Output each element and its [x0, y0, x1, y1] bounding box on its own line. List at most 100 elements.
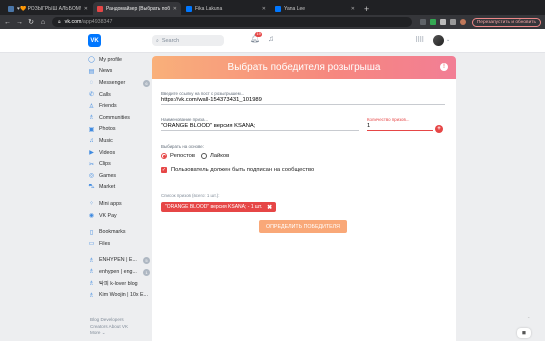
subscribed-checkbox-label[interactable]: Пользователь должен быть подписан на соо…: [171, 167, 314, 173]
back-button[interactable]: ←: [4, 19, 11, 26]
sidebar-item-icon: ♗: [88, 280, 95, 287]
sidebar-item-vk-pay[interactable]: ◉ VK Pay: [88, 210, 150, 222]
tab-close-icon[interactable]: ✕: [262, 6, 266, 12]
tab-favicon-icon: [97, 5, 103, 12]
prize-name-label: Наименование приза...: [161, 117, 209, 122]
radio-reposts-label[interactable]: Репостов: [170, 153, 195, 159]
chevron-down-icon[interactable]: ⌄: [446, 37, 450, 43]
sidebar-item-clips[interactable]: ✂ Clips: [88, 158, 150, 170]
sidebar-item-icon: ⁘: [88, 201, 95, 208]
sidebar-item-friends[interactable]: ♙ Friends: [88, 100, 150, 112]
tab-close-icon[interactable]: ✕: [351, 6, 355, 12]
browser-tab[interactable]: Yana Lee ✕: [271, 2, 359, 15]
extension-icon[interactable]: [439, 19, 446, 25]
browser-tab-bar: ♥🧡 РОЗЫГРЫШ АЛЬБОМ!! ✕ Рандомайзер (Выбр…: [0, 0, 545, 15]
vk-logo[interactable]: VK: [88, 34, 101, 47]
forward-button[interactable]: →: [16, 19, 23, 26]
sidebar-item-photos[interactable]: ▣ Photos: [88, 124, 150, 136]
search-input[interactable]: ⌕ Search: [152, 35, 224, 46]
new-tab-button[interactable]: +: [364, 3, 369, 15]
sidebar-item-calls[interactable]: ✆ Calls: [88, 89, 150, 101]
browser-tab-active[interactable]: Рандомайзер (Выбрать побе ✕: [93, 2, 181, 15]
sidebar-item-games[interactable]: ◎ Games: [88, 170, 150, 182]
sidebar-item-communities[interactable]: ♗ Communities: [88, 112, 150, 124]
sidebar-item-label: News: [99, 68, 113, 75]
remove-prize-icon[interactable]: ✖: [267, 204, 272, 211]
info-icon[interactable]: !: [440, 63, 448, 71]
extension-icons: [419, 19, 470, 25]
tab-close-icon[interactable]: ✕: [84, 6, 88, 12]
sidebar-item-label: VK Pay: [99, 212, 117, 219]
sidebar-item-enhypen-eng[interactable]: ♗ enhypen | eng... 1: [88, 266, 150, 278]
sidebar-item-my-profile[interactable]: ◯ My profile: [88, 54, 150, 66]
post-link-value[interactable]: https://vk.com/wall-154373431_101989: [161, 97, 445, 103]
extension-icon[interactable]: [419, 19, 426, 25]
prize-quantity-label: Количество призов...: [367, 117, 410, 122]
sidebar-item-label: 탁피 k-lover blog: [99, 281, 138, 288]
sidebar-item-label: Games: [99, 172, 117, 179]
sidebar-item-icon: ▣: [88, 126, 95, 133]
footer-more-link[interactable]: More ⌄: [90, 330, 128, 337]
sidebar-item-enhypen-e[interactable]: ♗ ENHYPEN | E... 5: [88, 255, 150, 267]
prize-name-value[interactable]: "ORANGE BLOOD" версия KSANA;: [161, 123, 359, 129]
sidebar-item-k-lover-blog[interactable]: ♗ 탁피 k-lover blog: [88, 278, 150, 290]
sidebar-item-files[interactable]: ▭ Files: [88, 238, 150, 250]
browser-tab[interactable]: ♥🧡 РОЗЫГРЫШ АЛЬБОМ!! ✕: [4, 2, 92, 15]
sidebar-item-news[interactable]: ▤ News: [88, 66, 150, 78]
radio-likes[interactable]: [201, 153, 207, 159]
services-grid-icon[interactable]: ⠿⠿: [415, 36, 424, 44]
tab-label: ♥🧡 РОЗЫГРЫШ АЛЬБОМ!!: [17, 5, 81, 12]
sidebar-count-badge: 1: [143, 268, 150, 276]
sidebar-item-messenger[interactable]: ◌ Messenger 6: [88, 77, 150, 89]
prize-name-field[interactable]: Наименование приза... "ORANGE BLOOD" вер…: [161, 117, 359, 131]
radio-likes-label[interactable]: Лайков: [210, 153, 229, 159]
profile-icon[interactable]: [459, 19, 466, 25]
pick-winner-button[interactable]: ОПРЕДЕЛИТЬ ПОБЕДИТЕЛЯ: [259, 220, 347, 233]
sidebar-item-label: enhypen | eng...: [99, 268, 137, 275]
app-header-banner: Выбрать победителя розыгрыша !: [152, 56, 456, 79]
sidebar-item-label: Market: [99, 184, 116, 191]
avatar[interactable]: [433, 35, 444, 46]
chat-bubble-icon[interactable]: ◼: [517, 328, 531, 338]
sidebar-item-market[interactable]: ⛍ Market: [88, 182, 150, 194]
sidebar-item-label: Files: [99, 240, 111, 247]
sidebar-item-label: Photos: [99, 126, 116, 133]
prize-chip-label: "ORANGE BLOOD" версия KSANA; - 1 шт.: [165, 204, 263, 210]
sidebar-item-icon: ◎: [88, 173, 95, 180]
sidebar: ◯ My profile ▤ News ◌ Messenger 6 ✆ Calls ♙ Friend…: [88, 54, 150, 306]
sidebar-item-kim-woojin-10x-e[interactable]: ♗ Kim Woojin | 10x E...: [88, 289, 150, 301]
sidebar-item-icon: ♫: [89, 137, 94, 144]
footer-links-1[interactable]: Blog Developers: [90, 317, 128, 324]
tab-favicon-icon: [275, 5, 281, 12]
sidebar-item-icon: ♗: [88, 269, 95, 276]
radio-reposts[interactable]: [161, 153, 167, 159]
add-prize-button[interactable]: +: [435, 125, 443, 133]
sidebar-item-label: Bookmarks: [99, 229, 126, 236]
subscribed-checkbox-row[interactable]: ✓ Пользователь должен быть подписан на с…: [161, 167, 314, 173]
sidebar-item-mini-apps[interactable]: ⁘ Mini apps: [88, 198, 150, 210]
checkbox-checked-icon[interactable]: ✓: [161, 167, 167, 173]
browser-tab[interactable]: Fika Lakuna ✕: [182, 2, 270, 15]
sidebar-item-music[interactable]: ♫ Music: [88, 135, 150, 147]
sidebar-item-label: Friends: [99, 103, 117, 110]
prize-quantity-field[interactable]: Количество призов... 1: [367, 117, 433, 131]
sidebar-item-videos[interactable]: ▶ Videos: [88, 147, 150, 159]
reload-button[interactable]: ↻: [28, 18, 34, 26]
post-link-field[interactable]: Введите ссылку на пост с розыгрышем... h…: [161, 91, 445, 105]
tab-close-icon[interactable]: ✕: [173, 6, 177, 12]
prize-list-label: Список призов (всего: 1 шт.):: [161, 193, 220, 198]
sidebar-item-bookmarks[interactable]: ▯ Bookmarks: [88, 226, 150, 238]
extension-icon[interactable]: [429, 19, 436, 25]
notifications-bell-icon[interactable]: 🔔︎ 19: [250, 32, 263, 43]
url-path: /app4938347: [81, 19, 113, 25]
relaunch-button[interactable]: Перезапустить и обновить: [471, 17, 541, 27]
prize-quantity-value[interactable]: 1: [367, 123, 433, 129]
basis-label-wrap: Выбирать на основе:: [161, 144, 204, 149]
tab-label: Рандомайзер (Выбрать побе: [106, 5, 170, 12]
home-button[interactable]: ⌂: [40, 19, 46, 26]
address-bar[interactable]: 🔒︎ vk.com /app4938347: [52, 17, 412, 27]
search-icon: ⌕: [156, 37, 159, 44]
scroll-up-hint: ⌃: [527, 316, 531, 321]
music-note-icon[interactable]: ♫: [268, 34, 274, 43]
sidepanel-icon[interactable]: [449, 19, 456, 25]
